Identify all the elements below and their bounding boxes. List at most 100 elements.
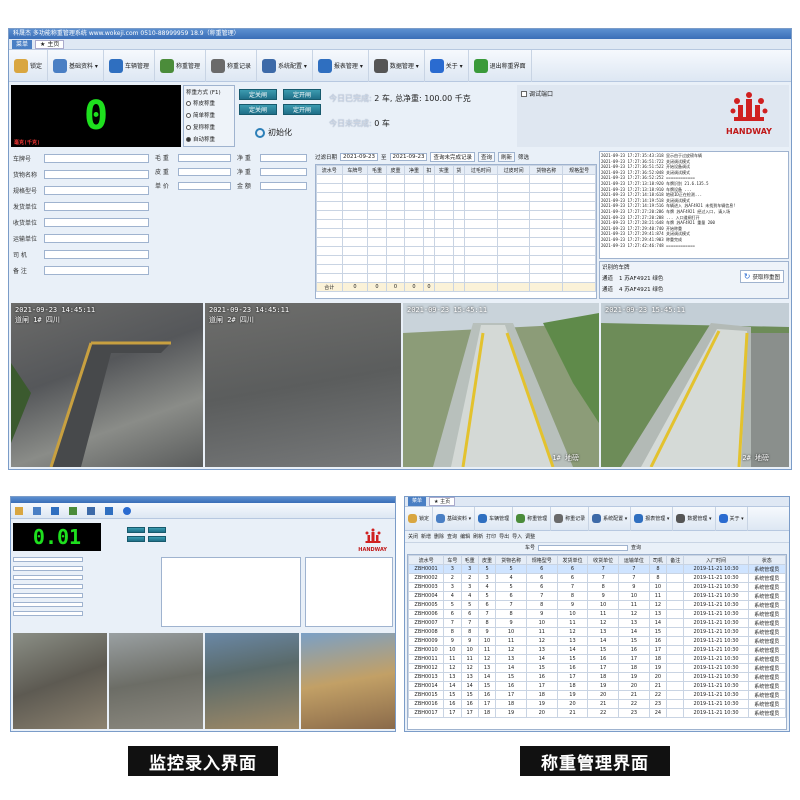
column-header[interactable]: 实重 [434, 165, 454, 175]
mini-table-row[interactable]: ZBH0017 17 17 18 19 20 21 22 23 24 2019-11-21 10:3… [408, 708, 786, 718]
mini-column-header[interactable]: 收货单位 [587, 555, 620, 565]
capture-button[interactable]: ↻ 获取称重图 [739, 270, 784, 283]
mini-toolbar-item-3[interactable]: 称重管理 [513, 506, 552, 531]
sub-tool-0[interactable]: 关闭 [408, 533, 418, 540]
mini-table-row[interactable]: ZBH0013 13 13 14 15 16 17 18 19 20 2019-11-21 10:3… [408, 672, 786, 682]
mini-menu-button[interactable]: 菜单 [408, 497, 427, 506]
mini-gate-btn-2[interactable] [148, 527, 166, 533]
sub-tool-1[interactable]: 新增 [421, 533, 431, 540]
gate-button-3[interactable]: 定开闸 [283, 104, 321, 115]
mini-column-header[interactable]: 车号 [443, 555, 462, 565]
mini-column-header[interactable]: 流水号 [408, 555, 445, 565]
mini-toolbar-item-6[interactable]: 报表管理 ▾ [631, 506, 674, 531]
camera-view-4[interactable]: 2021-09-23 15:45:11 2# 地磅 [601, 303, 789, 467]
mini-toolbar-item-2[interactable]: 车辆管理 [475, 506, 514, 531]
sub-tool-3[interactable]: 查询 [447, 533, 457, 540]
gate-button-1[interactable]: 定开闸 [283, 89, 321, 100]
mini-table-row[interactable]: ZBH0015 15 15 16 17 18 19 20 21 22 2019-11-21 10:3… [408, 690, 786, 700]
column-header[interactable]: 流水号 [316, 165, 343, 175]
toolbar-item-8[interactable]: 关于 ▾ [425, 49, 469, 82]
plate-row[interactable]: 通道 4 苏AF4921 绿色 [602, 285, 786, 293]
table-row[interactable] [316, 219, 596, 229]
camera-view-1[interactable]: 2021-09-23 14:45:11 道闸 1# 四川 [11, 303, 203, 467]
mini-column-header[interactable]: 入厂时间 [683, 555, 749, 565]
init-button[interactable]: 初始化 [255, 127, 292, 138]
mini-camera-1[interactable] [13, 633, 107, 729]
form-input[interactable] [44, 170, 149, 179]
weigh-mode-option[interactable]: 复称称重 [186, 123, 232, 131]
form-input[interactable] [178, 167, 231, 176]
gate-button-2[interactable]: 定关闸 [239, 104, 277, 115]
form-input[interactable] [44, 250, 149, 259]
filter-status-select[interactable]: 查询未完成记录 [430, 151, 475, 162]
form-input[interactable] [44, 154, 149, 163]
form-input[interactable] [44, 202, 149, 211]
mini-column-header[interactable]: 运输单位 [618, 555, 650, 565]
menu-button[interactable]: 菜单 [12, 39, 33, 49]
form-input[interactable] [44, 186, 149, 195]
column-header[interactable]: 货物名称 [529, 165, 564, 175]
weigh-mode-option[interactable]: 自动称重 [186, 135, 232, 143]
toolbar-item-4[interactable]: 称重记录 [206, 49, 257, 82]
mini-camera-3[interactable] [205, 633, 299, 729]
toolbar-item-1[interactable]: 基础资料 ▾ [48, 49, 104, 82]
refresh-button[interactable]: 刷新 [498, 151, 516, 162]
table-row[interactable] [316, 264, 596, 274]
filter-button[interactable]: 筛选 [518, 153, 529, 161]
mini-field[interactable] [13, 602, 83, 607]
mini-table-row[interactable]: ZBH0014 14 14 15 16 17 18 19 20 21 2019-11-21 10:3… [408, 681, 786, 691]
mini-toolbar-item-4[interactable]: 称重记录 [551, 506, 590, 531]
sub-tool-5[interactable]: 刷新 [473, 533, 483, 540]
sub-tool-6[interactable]: 打印 [486, 533, 496, 540]
column-header[interactable]: 过皮时间 [496, 165, 531, 175]
camera-view-3[interactable]: 2021-09-23 15:45:11 1# 地磅 [403, 303, 599, 467]
toolbar-item-0[interactable]: 锁定 [9, 49, 49, 82]
tab-home[interactable]: ★ 主页 [35, 39, 65, 49]
mini-table-row[interactable]: ZBH0002 2 2 3 4 6 6 7 7 8 2019-11-21 10:30 系统管理员 [408, 573, 786, 583]
sub-tool-9[interactable]: 调整 [525, 533, 535, 540]
toolbar-item-7[interactable]: 数据管理 ▾ [369, 49, 425, 82]
sub-tool-4[interactable]: 编辑 [460, 533, 470, 540]
mini-column-header[interactable]: 毛重 [460, 555, 479, 565]
column-header[interactable]: 皮重 [385, 165, 406, 175]
mini-field[interactable] [13, 611, 83, 616]
toolbar-item-2[interactable]: 车辆管理 [104, 49, 155, 82]
mini-table-row[interactable]: ZBH0009 9 9 10 11 12 13 14 15 16 2019-11-21 10:30 系… [408, 636, 786, 646]
column-header[interactable]: 毛重 [367, 165, 387, 175]
table-row[interactable] [316, 183, 596, 193]
mini-search-button[interactable]: 查询 [631, 544, 641, 551]
mini-table-row[interactable]: ZBH0001 3 3 5 5 6 6 7 7 8 2019-11-21 10:30 系统管理员 [408, 564, 786, 574]
column-header[interactable]: 车牌号 [341, 165, 369, 175]
form-input[interactable] [260, 153, 307, 162]
mini-column-header[interactable]: 货物名称 [495, 555, 527, 565]
column-header[interactable]: 规格型号 [562, 165, 596, 175]
form-input[interactable] [44, 234, 149, 243]
table-row[interactable] [316, 201, 596, 211]
weigh-mode-option[interactable]: 称皮称重 [186, 99, 232, 107]
mini-column-header[interactable]: 规格型号 [525, 555, 558, 565]
mini-table-row[interactable]: ZBH0005 5 5 6 7 8 9 10 11 12 2019-11-21 10:30 系统管理员 [408, 600, 786, 610]
mini-camera-2[interactable] [109, 633, 203, 729]
mini-field[interactable] [13, 584, 83, 589]
mini-toolbar-item-0[interactable]: 锁定 [405, 506, 434, 531]
mini-column-header[interactable]: 司机 [648, 555, 668, 565]
mini-column-header[interactable]: 状态 [747, 555, 786, 565]
filter-from-input[interactable]: 2021-09-23 [340, 152, 378, 161]
mini-gate-btn-1[interactable] [127, 527, 145, 533]
mini-search-input[interactable] [538, 544, 629, 551]
table-row[interactable] [316, 228, 596, 238]
mini-table-row[interactable]: ZBH0006 6 6 7 8 9 10 11 12 13 2019-11-21 10:30 系统管理… [408, 609, 786, 619]
mini-field[interactable] [13, 575, 83, 580]
toolbar-item-9[interactable]: 退出称重界面 [469, 49, 532, 82]
mini-field[interactable] [13, 593, 83, 598]
table-row[interactable] [316, 237, 596, 247]
mini-table-row[interactable]: ZBH0007 7 7 8 9 10 11 12 13 14 2019-11-21 10:30 系统管… [408, 618, 786, 628]
camera-view-2[interactable]: 2021-09-23 14:45:11 道闸 2# 四川 [205, 303, 401, 467]
form-input[interactable] [260, 167, 307, 176]
form-input[interactable] [44, 218, 149, 227]
column-header[interactable]: 货 [452, 165, 466, 175]
mini-table-row[interactable]: ZBH0003 3 3 4 5 6 7 8 9 10 2019-11-21 10:30 系统管理员 [408, 582, 786, 592]
mini-table-row[interactable]: ZBH0010 10 10 11 12 13 14 15 16 17 2019-11-21 10:3… [408, 645, 786, 655]
form-input[interactable] [260, 181, 307, 190]
sub-tool-7[interactable]: 导出 [499, 533, 509, 540]
